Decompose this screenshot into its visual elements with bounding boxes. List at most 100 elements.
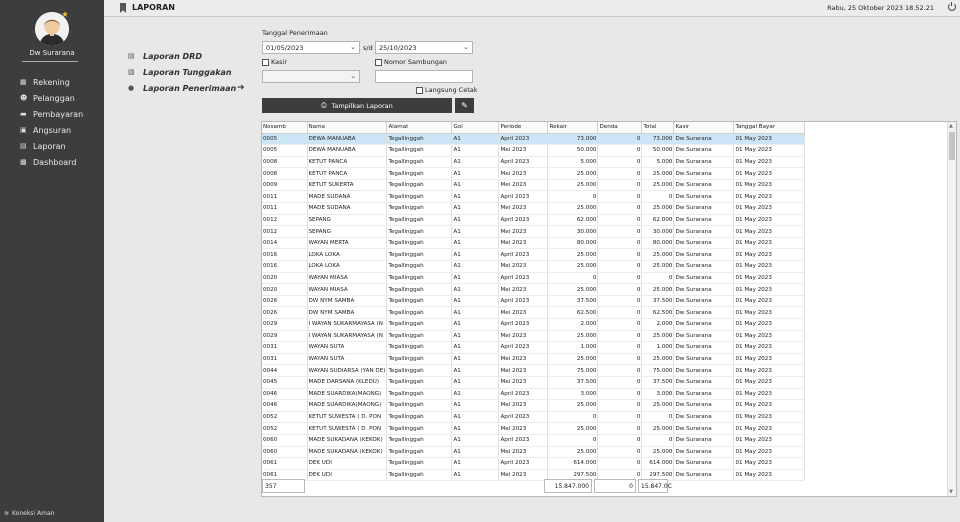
- table-row[interactable]: 0014 WAYAN MERTA Tegallinggah A1 Mei 2023 80.…: [262, 237, 806, 250]
- table-row[interactable]: 0011 MADE SUDANA Tegallinggah A1 April 2023 0…: [262, 190, 806, 204]
- chevron-down-icon: ⌄: [350, 43, 356, 51]
- sidebar-item-rekening[interactable]: ▦ Rekening: [0, 74, 104, 90]
- table-cell: 37.500: [547, 376, 599, 389]
- table-cell: Tegallinggah: [386, 260, 453, 273]
- column-header[interactable]: Total: [641, 122, 675, 134]
- column-header[interactable]: Nosamb: [262, 122, 308, 134]
- checkbox-box[interactable]: [375, 58, 382, 66]
- table-cell: 0060: [262, 434, 308, 447]
- table-row[interactable]: 0061 DEK UDI Tegallinggah A1 Mei 2023 297.500…: [262, 469, 806, 482]
- table-cell: Dw Surarana: [673, 248, 735, 262]
- users-icon: ☻: [20, 94, 28, 102]
- table-row[interactable]: 0029 I WAYAN SUKARMAYASA (N Tegallinggah A1…: [262, 330, 806, 343]
- table-row[interactable]: 0046 MADE SUARDIKA(MAONG) Tegallinggah A1 Ap…: [262, 388, 806, 401]
- table-row[interactable]: 0052 KETUT SUWESTA ( D. PON Tegallinggah A1…: [262, 422, 806, 435]
- money-icon: ▬: [20, 110, 27, 118]
- column-header[interactable]: Kasir: [673, 122, 735, 134]
- table-row[interactable]: 0045 MADE DARSANA (KLEDU) Tegallinggah A1 Me…: [262, 376, 806, 389]
- report-item-penerimaan[interactable]: ● Laporan Penerimaan: [128, 80, 236, 96]
- table-cell: Dw Surarana: [673, 133, 735, 146]
- report-item-tunggakan[interactable]: ▧ Laporan Tunggakan: [128, 64, 236, 80]
- table-cell: Tegallinggah: [386, 434, 453, 447]
- table-cell: Dw Surarana: [673, 318, 735, 331]
- scrollbar-thumb[interactable]: [949, 132, 955, 160]
- table-cell: A1: [451, 260, 500, 273]
- table-cell: DEWA MANUABA: [307, 133, 388, 146]
- sidebar-item-angsuran[interactable]: ▣ Angsuran: [0, 122, 104, 138]
- table-cell: 0026: [262, 295, 308, 308]
- table-row[interactable]: 0060 MADE SUKADANA (KEKOK) Tegallinggah A1 M…: [262, 446, 806, 459]
- power-icon[interactable]: [948, 2, 956, 11]
- report-item-label: Laporan DRD: [143, 51, 202, 61]
- table-cell: A1: [451, 457, 500, 470]
- table-row[interactable]: 0020 WAYAN MIASA Tegallinggah A1 April 2023 0…: [262, 272, 806, 285]
- table-cell: I WAYAN SUKARMAYASA (N: [307, 318, 388, 331]
- table-cell: A1: [451, 167, 500, 180]
- table-row[interactable]: 0016 LOKA LOKA Tegallinggah A1 April 2023 25.…: [262, 248, 806, 262]
- show-report-button[interactable]: ⎙ Tampilkan Laporan: [262, 98, 452, 113]
- scroll-down-icon[interactable]: ▼: [949, 489, 953, 495]
- table-cell: Mei 2023: [498, 179, 549, 192]
- date-to-select[interactable]: 25/10/2023 ⌄: [375, 41, 473, 54]
- sd-label: s/d: [363, 44, 373, 52]
- table-row[interactable]: 0031 WAYAN SUTA Tegallinggah A1 Mei 2023 25.0…: [262, 353, 806, 366]
- table-row[interactable]: 0005 DEWA MANUABA Tegallinggah A1 Mei 2023 50…: [262, 144, 806, 157]
- table-row[interactable]: 0052 KETUT SUWESTA ( D. PON Tegallinggah A1…: [262, 411, 806, 424]
- table-row[interactable]: 0012 SEPANG Tegallinggah A1 April 2023 62.000…: [262, 214, 806, 227]
- table-cell: 0: [597, 341, 643, 354]
- table-row[interactable]: 0060 MADE SUKADANA (KEKOK) Tegallinggah A1 A…: [262, 434, 806, 447]
- report-item-drd[interactable]: ▤ Laporan DRD: [128, 48, 236, 64]
- table-cell: 37.500: [641, 376, 675, 389]
- table-row[interactable]: 0029 I WAYAN SUKARMAYASA (N Tegallinggah A1…: [262, 318, 806, 331]
- table-cell: Dw Surarana: [673, 411, 735, 424]
- table-cell: A1: [451, 225, 500, 238]
- table-row[interactable]: 0016 LOKA LOKA Tegallinggah A1 Mei 2023 25.00…: [262, 260, 806, 273]
- avatar: [35, 12, 69, 46]
- table-row[interactable]: 0044 WAYAN SUDIARSA (YAN DE) Tegallinggah A…: [262, 364, 806, 377]
- langsung-cetak-checkbox[interactable]: Langsung Cetak: [416, 86, 478, 94]
- kasir-select[interactable]: ⌄: [262, 70, 360, 83]
- column-header[interactable]: Nama: [307, 122, 388, 134]
- table-cell: Tegallinggah: [386, 133, 453, 146]
- table-cell: 0: [641, 411, 675, 424]
- scroll-up-icon[interactable]: ▲: [949, 123, 953, 129]
- table-row[interactable]: 0009 KETUT SUKERTA Tegallinggah A1 Mei 2023 2…: [262, 179, 806, 192]
- column-header[interactable]: Gol: [451, 122, 500, 134]
- table-row[interactable]: 0020 WAYAN MIASA Tegallinggah A1 Mei 2023 25.…: [262, 283, 806, 296]
- scrollbar[interactable]: ▲ ▼: [947, 122, 956, 496]
- table-cell: Tegallinggah: [386, 399, 453, 412]
- kasir-checkbox[interactable]: Kasir: [262, 58, 287, 66]
- table-cell: Dw Surarana: [673, 237, 735, 250]
- nomor-input[interactable]: [375, 70, 473, 83]
- table-row[interactable]: 0005 DEWA MANUABA Tegallinggah A1 April 2023…: [262, 133, 806, 146]
- table-row[interactable]: 0008 KETUT PANCA Tegallinggah A1 Mei 2023 25.…: [262, 167, 806, 180]
- column-header[interactable]: Tanggal Bayar: [733, 122, 806, 134]
- table-cell: Tegallinggah: [386, 364, 453, 377]
- nomor-checkbox[interactable]: Nomor Sambungan: [375, 58, 447, 66]
- column-header[interactable]: Periode: [498, 122, 549, 134]
- edit-button[interactable]: ✎: [455, 98, 474, 113]
- table-row[interactable]: 0011 MADE SUDANA Tegallinggah A1 Mei 2023 25.…: [262, 202, 806, 215]
- column-header[interactable]: Alamat: [386, 122, 453, 134]
- table-cell: Dw Surarana: [673, 388, 735, 401]
- table-row[interactable]: 0061 DEK UDI Tegallinggah A1 April 2023 614.0…: [262, 457, 806, 470]
- table-header: Nosamb Nama Alamat Gol Periode Rekair Denda Tot…: [262, 122, 806, 134]
- table-row[interactable]: 0026 DW NYM SAMBA Tegallinggah A1 Mei 2023 62…: [262, 306, 806, 319]
- table-row[interactable]: 0026 DW NYM SAMBA Tegallinggah A1 April 2023…: [262, 295, 806, 308]
- date-from-select[interactable]: 01/05/2023 ⌄: [262, 41, 360, 54]
- table-row[interactable]: 0012 SEPANG Tegallinggah A1 Mei 2023 30.000 0 3…: [262, 225, 806, 238]
- table-row[interactable]: 0046 MADE SUARDIKA(MAONG) Tegallinggah A1 Me…: [262, 399, 806, 412]
- sidebar-item-pelanggan[interactable]: ☻ Pelanggan: [0, 90, 104, 106]
- table-row[interactable]: 0008 KETUT PANCA Tegallinggah A1 April 2023 5…: [262, 156, 806, 169]
- table-cell: 25.000: [547, 422, 599, 435]
- checkbox-box[interactable]: [416, 86, 423, 94]
- header: LAPORAN Rabu, 25 Oktober 2023 18.52.21: [104, 0, 960, 17]
- sidebar-item-dashboard[interactable]: ▩ Dashboard: [0, 154, 104, 170]
- checkbox-box[interactable]: [262, 58, 269, 66]
- table-cell: 01 May 2023: [733, 295, 806, 308]
- sidebar-item-laporan[interactable]: ▤ Laporan: [0, 138, 104, 154]
- column-header[interactable]: Denda: [597, 122, 643, 134]
- sidebar-item-pembayaran[interactable]: ▬ Pembayaran: [0, 106, 104, 122]
- table-row[interactable]: 0031 WAYAN SUTA Tegallinggah A1 April 2023 1.…: [262, 341, 806, 354]
- column-header[interactable]: Rekair: [547, 122, 599, 134]
